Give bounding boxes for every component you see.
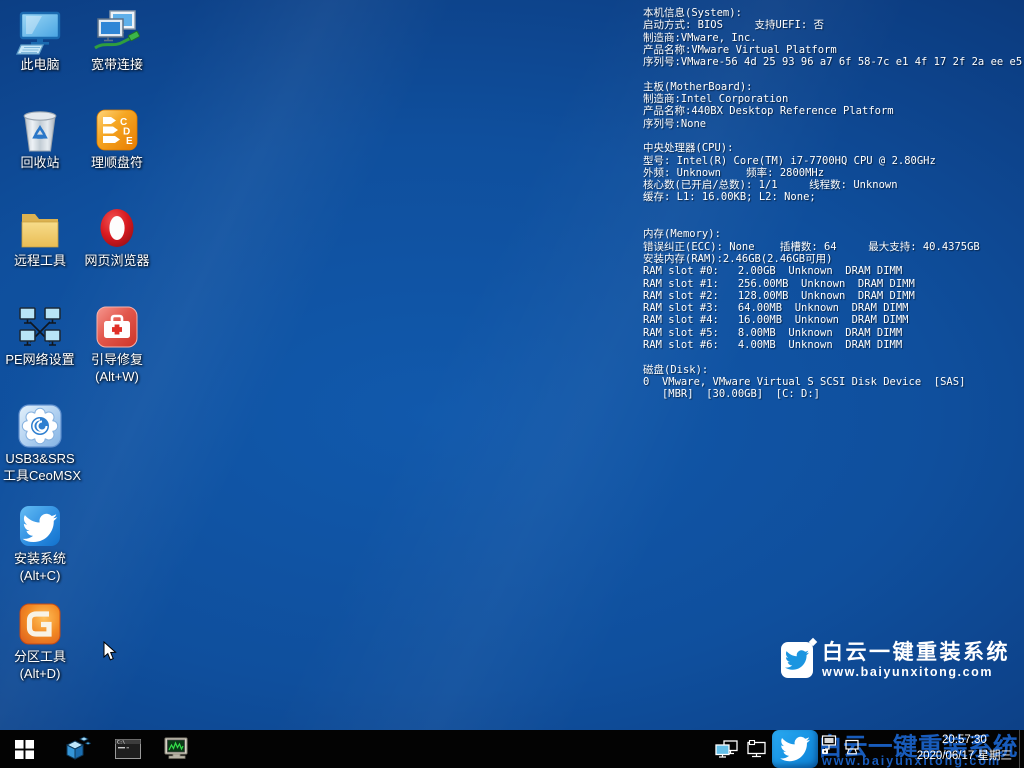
icon-label: 回收站 xyxy=(3,154,77,171)
small-pc-icon xyxy=(844,738,860,755)
icon-label: USB3&SRS xyxy=(3,450,77,467)
lan-connection-icon xyxy=(820,734,838,756)
desktop-icon-pe-network-settings[interactable]: PE网络设置 xyxy=(3,303,77,368)
twitter-bird-icon xyxy=(785,648,809,672)
icon-label: 引导修复 xyxy=(80,351,154,368)
cmd-window-icon: C:\ xyxy=(114,737,142,761)
brand-url: www.baiyunxitong.com xyxy=(822,665,1010,679)
taskbar-clock[interactable]: 20:57:30 2020/06/17 星期三 xyxy=(917,732,1012,764)
icon-label: 远程工具 xyxy=(3,252,77,269)
taskbar: C:\ 白云一键重装系统 www.b xyxy=(0,730,1024,768)
task-manager-icon xyxy=(162,736,192,762)
network-diagram-icon xyxy=(16,303,64,351)
system-info: 本机信息(System):启动方式: BIOS 支持UEFI: 否制造商:VMw… xyxy=(643,7,1022,401)
desktop-icon-web-browser[interactable]: 网页浏览器 xyxy=(80,204,154,269)
install-bird-icon xyxy=(16,502,64,550)
icon-label: 网页浏览器 xyxy=(80,252,154,269)
cmd-title-text: C:\ xyxy=(117,739,125,745)
tray-display-icon[interactable] xyxy=(712,730,742,768)
diskgenius-icon xyxy=(16,600,64,648)
icon-label: 宽带连接 xyxy=(80,56,154,73)
gear-swirl-icon xyxy=(16,402,64,450)
taskbar-app-registry[interactable] xyxy=(57,730,97,768)
taskbar-app-task-manager[interactable] xyxy=(157,730,197,768)
recycle-bin-icon xyxy=(16,106,64,154)
icon-label: 分区工具 xyxy=(3,648,77,665)
windows-logo-icon xyxy=(15,740,34,759)
icon-label: PE网络设置 xyxy=(3,351,77,368)
desktop-icon-install-system[interactable]: 安装系统 (Alt+C) xyxy=(3,502,77,584)
show-desktop-button[interactable] xyxy=(1019,730,1024,768)
desktop-icon-partition-tool[interactable]: 分区工具 (Alt+D) xyxy=(3,600,77,682)
taskbar-app-cmd[interactable]: C:\ xyxy=(108,730,148,768)
desktop-icon-usb3-srs-tool[interactable]: USB3&SRS 工具CeoMSX xyxy=(3,402,77,484)
icon-label: 此电脑 xyxy=(3,56,77,73)
start-button[interactable] xyxy=(0,730,48,768)
desktop-icon-boot-repair[interactable]: 引导修复 (Alt+W) xyxy=(80,303,154,385)
icon-label-line2: 工具CeoMSX xyxy=(3,467,77,484)
desktop-icon-broadband[interactable]: 宽带连接 xyxy=(80,8,154,73)
drive-letters-icon: C D E xyxy=(93,106,141,154)
icon-label-line2: (Alt+W) xyxy=(80,368,154,385)
brand-text: 白云一键重装系统 www.baiyunxitong.com xyxy=(822,641,1010,679)
boot-repair-icon xyxy=(93,303,141,351)
folder-icon xyxy=(16,204,64,252)
broadband-icon xyxy=(93,8,141,56)
this-pc-icon xyxy=(16,8,64,56)
desktop-background: 此电脑 回收站 远程工具 xyxy=(0,0,1024,768)
desktop-icon-this-pc[interactable]: 此电脑 xyxy=(3,8,77,73)
desktop-icon-sort-drive-letters[interactable]: C D E 理顺盘符 xyxy=(80,106,154,171)
icon-label-line2: (Alt+C) xyxy=(3,567,77,584)
clock-time: 20:57:30 xyxy=(917,732,1012,748)
mouse-cursor xyxy=(103,641,117,667)
twitter-bird-icon xyxy=(780,734,810,764)
brand-logo: 白云一键重装系统 www.baiyunxitong.com xyxy=(781,641,1010,679)
tray-lan-icon[interactable] xyxy=(820,734,838,761)
taskbar-bird-button[interactable] xyxy=(772,730,818,768)
desktop-icon-remote-tools[interactable]: 远程工具 xyxy=(3,204,77,269)
opera-icon xyxy=(93,204,141,252)
brand-bird-box xyxy=(781,642,813,678)
icon-label: 理顺盘符 xyxy=(80,154,154,171)
icon-label-line2: (Alt+D) xyxy=(3,665,77,682)
drive-letter-e: E xyxy=(126,136,133,147)
registry-cube-icon xyxy=(63,735,91,763)
desktop-icon-recycle-bin[interactable]: 回收站 xyxy=(3,106,77,171)
dual-monitor-icon xyxy=(715,740,739,758)
monitor-outline-icon xyxy=(746,740,768,758)
tray-pc-icon[interactable] xyxy=(844,738,860,760)
brand-title: 白云一键重装系统 xyxy=(822,641,1010,665)
icon-label: 安装系统 xyxy=(3,550,77,567)
tray-monitor-icon[interactable] xyxy=(744,730,770,768)
clock-date: 2020/06/17 星期三 xyxy=(917,748,1012,764)
